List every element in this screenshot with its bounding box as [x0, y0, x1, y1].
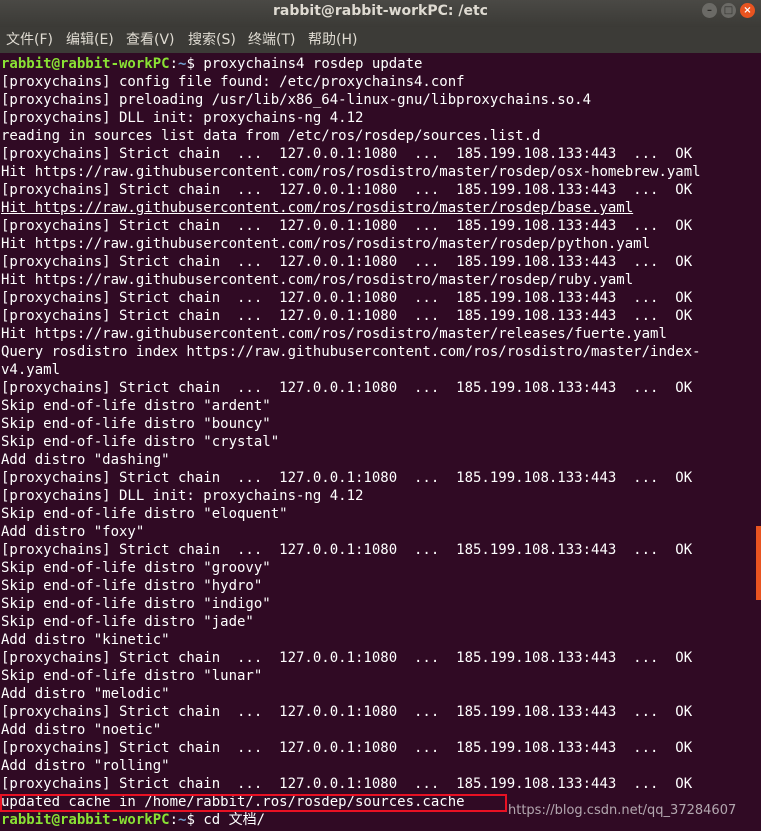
output-line: Add distro "kinetic": [1, 632, 170, 648]
output-line: [proxychains] Strict chain ... 127.0.0.1…: [1, 776, 693, 792]
command-line: rabbit@rabbit-workPC:~$ proxychains4 ros…: [1, 55, 422, 73]
output-line: Hit https://raw.githubusercontent.com/ro…: [1, 326, 667, 342]
output-line: Hit https://raw.githubusercontent.com/ro…: [1, 236, 651, 252]
output-line: [proxychains] Strict chain ... 127.0.0.1…: [1, 650, 693, 666]
output-line: [proxychains] Strict chain ... 127.0.0.1…: [1, 470, 693, 486]
output-line: [proxychains] Strict chain ... 127.0.0.1…: [1, 740, 693, 756]
output-line: Skip end-of-life distro "bouncy": [1, 416, 271, 432]
prompt-colon: :: [169, 812, 179, 828]
output-line: [proxychains] Strict chain ... 127.0.0.1…: [1, 704, 693, 720]
output-line: Add distro "dashing": [1, 452, 170, 468]
prompt-symbol: $: [186, 56, 195, 72]
output-line: [proxychains] Strict chain ... 127.0.0.1…: [1, 254, 693, 270]
output-line: Skip end-of-life distro "eloquent": [1, 506, 288, 522]
menu-edit[interactable]: 编辑(E): [66, 31, 114, 49]
window-title: rabbit@rabbit-workPC: /etc: [273, 3, 488, 19]
output-line: [proxychains] config file found: /etc/pr…: [1, 74, 465, 90]
menu-help[interactable]: 帮助(H): [308, 31, 357, 49]
output-line: v4.yaml: [1, 362, 61, 378]
output-line: [proxychains] Strict chain ... 127.0.0.1…: [1, 146, 693, 162]
scrollbar-thumb[interactable]: [756, 526, 761, 600]
output-line: Skip end-of-life distro "indigo": [1, 596, 271, 612]
output-line: Skip end-of-life distro "lunar": [1, 668, 263, 684]
close-button[interactable]: ×: [740, 3, 755, 18]
output-line: [proxychains] Strict chain ... 127.0.0.1…: [1, 542, 693, 558]
output-line: Add distro "melodic": [1, 686, 170, 702]
menu-bar: 文件(F) 编辑(E) 查看(V) 搜索(S) 终端(T) 帮助(H): [0, 27, 761, 53]
output-line: [proxychains] Strict chain ... 127.0.0.1…: [1, 290, 693, 306]
menu-file[interactable]: 文件(F): [6, 31, 53, 49]
output-line: Skip end-of-life distro "ardent": [1, 398, 271, 414]
output-line: [proxychains] Strict chain ... 127.0.0.1…: [1, 308, 693, 324]
prompt-symbol: $: [186, 812, 195, 828]
terminal-output[interactable]: rabbit@rabbit-workPC:~$ proxychains4 ros…: [0, 53, 756, 831]
output-line: updated cache in /home/rabbit/.ros/rosde…: [1, 794, 465, 810]
scrollbar-track[interactable]: [756, 53, 761, 831]
output-line: Query rosdistro index https://raw.github…: [1, 344, 701, 360]
command-text: cd 文档/: [194, 812, 266, 828]
output-line: [proxychains] DLL init: proxychains-ng 4…: [1, 488, 364, 504]
minimize-button[interactable]: –: [702, 3, 717, 18]
menu-terminal[interactable]: 终端(T): [248, 31, 295, 49]
output-line: [proxychains] Strict chain ... 127.0.0.1…: [1, 218, 693, 234]
output-line: Skip end-of-life distro "jade": [1, 614, 254, 630]
output-line: [proxychains] DLL init: proxychains-ng 4…: [1, 110, 364, 126]
prompt-user: rabbit@rabbit-workPC: [1, 812, 170, 828]
output-line: Skip end-of-life distro "groovy": [1, 560, 271, 576]
output-line: reading in sources list data from /etc/r…: [1, 128, 541, 144]
output-line: Add distro "rolling": [1, 758, 170, 774]
prompt-user: rabbit@rabbit-workPC: [1, 56, 170, 72]
window-titlebar[interactable]: rabbit@rabbit-workPC: /etc – □ ×: [0, 0, 761, 27]
menu-view[interactable]: 查看(V): [126, 31, 175, 49]
output-line: Hit https://raw.githubusercontent.com/ro…: [1, 164, 701, 180]
command-line: rabbit@rabbit-workPC:~$ cd 文档/: [1, 811, 265, 829]
output-line: Add distro "noetic": [1, 722, 162, 738]
maximize-button[interactable]: □: [721, 3, 736, 18]
output-line: [proxychains] preloading /usr/lib/x86_64…: [1, 92, 592, 108]
output-line: Hit https://raw.githubusercontent.com/ro…: [1, 200, 634, 216]
menu-search[interactable]: 搜索(S): [188, 31, 236, 49]
output-line: Skip end-of-life distro "hydro": [1, 578, 263, 594]
watermark: https://blog.csdn.net/qq_37284607: [508, 803, 737, 818]
output-line: [proxychains] Strict chain ... 127.0.0.1…: [1, 182, 693, 198]
output-line: [proxychains] Strict chain ... 127.0.0.1…: [1, 380, 693, 396]
output-line: Add distro "foxy": [1, 524, 145, 540]
output-line: Hit https://raw.githubusercontent.com/ro…: [1, 272, 634, 288]
prompt-colon: :: [169, 56, 179, 72]
command-text: proxychains4 rosdep update: [194, 56, 423, 72]
output-line: Skip end-of-life distro "crystal": [1, 434, 280, 450]
